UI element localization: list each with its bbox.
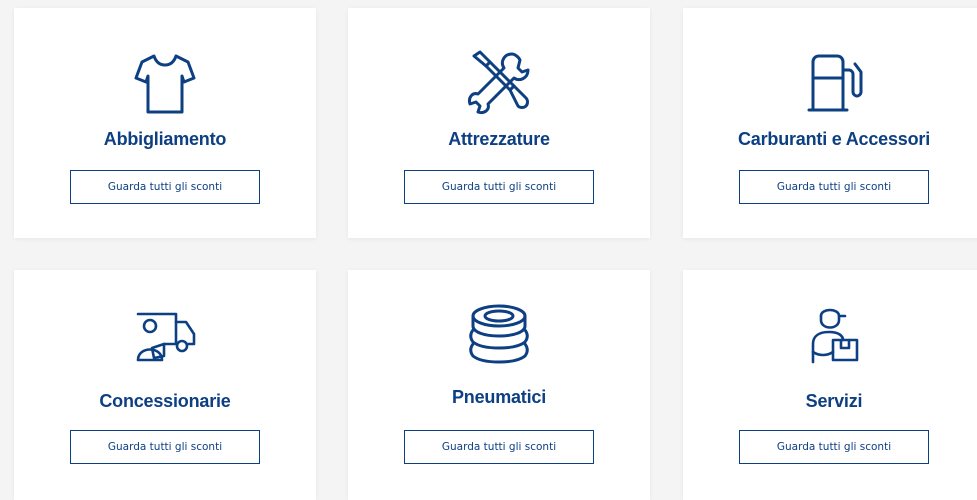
category-card-attrezzature: Attrezzature Guarda tutti gli sconti [348,8,650,238]
tires-icon [464,300,534,370]
category-card-servizi: Servizi Guarda tutti gli sconti [683,270,977,500]
view-discounts-button[interactable]: Guarda tutti gli sconti [739,170,929,204]
category-card-carburanti: Carburanti e Accessori Guarda tutti gli … [683,8,977,238]
view-discounts-button[interactable]: Guarda tutti gli sconti [70,170,260,204]
category-card-abbigliamento: Abbigliamento Guarda tutti gli sconti [14,8,316,238]
category-title: Servizi [805,391,863,411]
category-card-concessionarie: Concessionarie Guarda tutti gli sconti [14,270,316,500]
category-title: Pneumatici [451,387,547,407]
view-discounts-button[interactable]: Guarda tutti gli sconti [70,430,260,464]
view-discounts-button[interactable]: Guarda tutti gli sconti [404,170,594,204]
category-title: Attrezzature [448,129,550,149]
fuel-pump-icon [799,48,869,118]
category-title: Concessionarie [99,391,231,411]
category-title: Abbigliamento [103,129,227,149]
view-discounts-button[interactable]: Guarda tutti gli sconti [739,430,929,464]
view-discounts-button[interactable]: Guarda tutti gli sconti [404,430,594,464]
tshirt-icon [130,48,200,118]
category-title: Carburanti e Accessori [737,129,930,149]
delivery-person-icon [799,300,869,370]
category-card-pneumatici: Pneumatici Guarda tutti gli sconti [348,270,650,500]
delivery-truck-icon [130,302,200,372]
tools-icon [464,46,534,116]
